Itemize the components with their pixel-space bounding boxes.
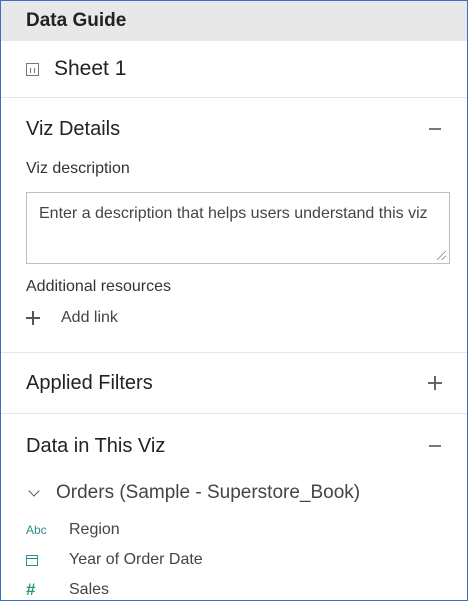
applied-filters-header[interactable]: Applied Filters (1, 353, 467, 413)
applied-filters-section: Applied Filters (1, 353, 467, 414)
panel-title: Data Guide (26, 10, 127, 31)
data-source-label: Orders (Sample - Superstore_Book) (56, 482, 361, 503)
data-in-viz-title: Data in This Viz (26, 434, 166, 457)
sheet-row: Sheet 1 (1, 41, 467, 98)
field-row-region[interactable]: Abc Region (1, 515, 467, 545)
number-type-icon: # (26, 580, 36, 599)
field-label: Region (69, 521, 120, 538)
collapse-icon[interactable] (425, 119, 445, 139)
viz-description-placeholder: Enter a description that helps users und… (39, 205, 428, 222)
viz-details-header[interactable]: Viz Details (1, 98, 467, 160)
sheet-icon (26, 62, 39, 76)
applied-filters-title: Applied Filters (26, 371, 153, 394)
data-source-row[interactable]: Orders (Sample - Superstore_Book) (1, 478, 467, 508)
plus-icon (26, 311, 40, 325)
data-guide-panel: Data Guide Sheet 1 Viz Details Viz descr… (0, 0, 468, 601)
viz-details-section: Viz Details Viz description Enter a desc… (1, 98, 467, 353)
expand-icon[interactable] (425, 373, 445, 393)
viz-details-title: Viz Details (26, 117, 121, 140)
string-type-icon: Abc (26, 523, 47, 537)
viz-description-input[interactable]: Enter a description that helps users und… (26, 192, 450, 264)
sheet-title: Sheet 1 (54, 57, 127, 80)
add-link-button[interactable]: Add link (1, 298, 467, 338)
add-link-label: Add link (61, 309, 118, 326)
calendar-icon (26, 554, 56, 566)
field-label: Year of Order Date (69, 551, 203, 568)
chevron-down-icon[interactable] (28, 484, 40, 497)
resize-handle-icon[interactable] (437, 251, 446, 260)
collapse-icon[interactable] (425, 436, 445, 456)
field-label: Sales (69, 581, 110, 598)
panel-header: Data Guide (1, 1, 467, 41)
field-row-year-of-order-date[interactable]: Year of Order Date (1, 545, 467, 575)
additional-resources-label: Additional resources (26, 278, 171, 295)
field-row-sales[interactable]: # Sales (1, 575, 467, 600)
data-in-viz-header[interactable]: Data in This Viz (1, 414, 467, 478)
data-in-viz-section: Data in This Viz Orders (Sample - Supers… (1, 414, 467, 600)
viz-description-label: Viz description (26, 160, 130, 177)
